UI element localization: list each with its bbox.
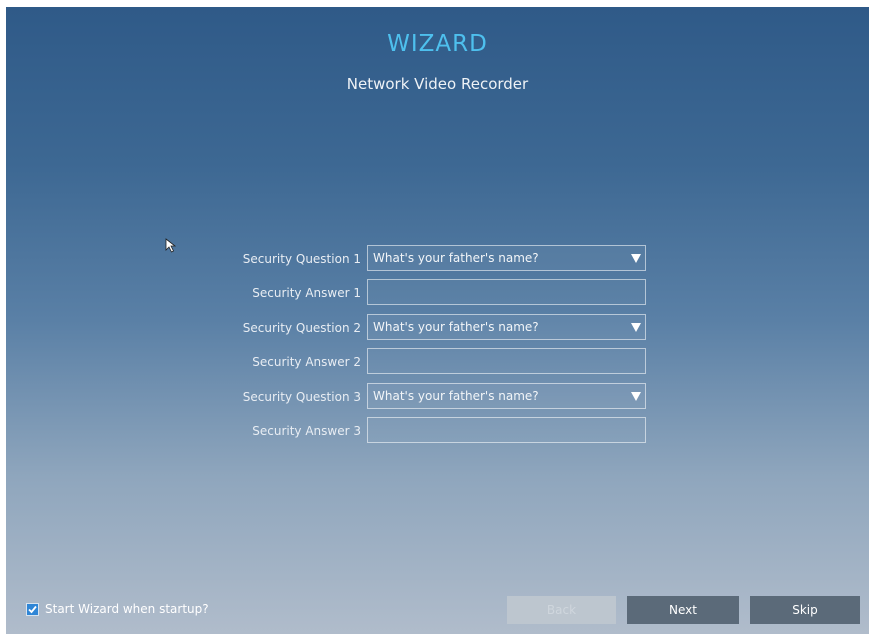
security-question-2-row: Security Question 2 What's your father's…: [6, 314, 869, 342]
page-title: WIZARD: [387, 31, 488, 57]
security-answer-3-input[interactable]: [367, 417, 646, 443]
start-wizard-checkbox[interactable]: [26, 602, 39, 616]
security-answer-1-label: Security Answer 1: [252, 286, 361, 300]
security-question-1-value: What's your father's name?: [373, 251, 539, 265]
security-question-2-value: What's your father's name?: [373, 320, 539, 334]
security-answer-1-input[interactable]: [367, 279, 646, 305]
wizard-screen: WIZARD Network Video Recorder Security Q…: [6, 7, 869, 634]
security-question-3-row: Security Question 3 What's your father's…: [6, 383, 869, 411]
security-answer-2-row: Security Answer 2: [6, 348, 869, 376]
security-answer-2-label: Security Answer 2: [252, 355, 361, 369]
security-question-3-select[interactable]: What's your father's name?: [367, 383, 646, 409]
dropdown-arrow-icon: [631, 323, 641, 332]
page-subtitle: Network Video Recorder: [346, 75, 529, 93]
back-button[interactable]: Back: [507, 596, 616, 624]
dropdown-arrow-icon: [631, 254, 641, 263]
security-question-1-select[interactable]: What's your father's name?: [367, 245, 646, 271]
dropdown-arrow-icon: [631, 392, 641, 401]
security-answer-1-row: Security Answer 1: [6, 279, 869, 307]
security-question-2-label: Security Question 2: [242, 321, 361, 335]
security-answer-2-input[interactable]: [367, 348, 646, 374]
security-question-3-label: Security Question 3: [242, 390, 361, 404]
next-button[interactable]: Next: [627, 596, 739, 624]
skip-button[interactable]: Skip: [750, 596, 860, 624]
security-answer-3-row: Security Answer 3: [6, 417, 869, 445]
security-question-2-select[interactable]: What's your father's name?: [367, 314, 646, 340]
security-question-3-value: What's your father's name?: [373, 389, 539, 403]
checkmark-icon: [28, 605, 37, 613]
start-wizard-checkbox-label: Start Wizard when startup?: [45, 602, 209, 616]
security-answer-3-label: Security Answer 3: [252, 424, 361, 438]
security-question-1-row: Security Question 1 What's your father's…: [6, 245, 869, 273]
security-question-1-label: Security Question 1: [242, 252, 361, 266]
start-wizard-checkbox-row[interactable]: Start Wizard when startup?: [26, 601, 209, 617]
